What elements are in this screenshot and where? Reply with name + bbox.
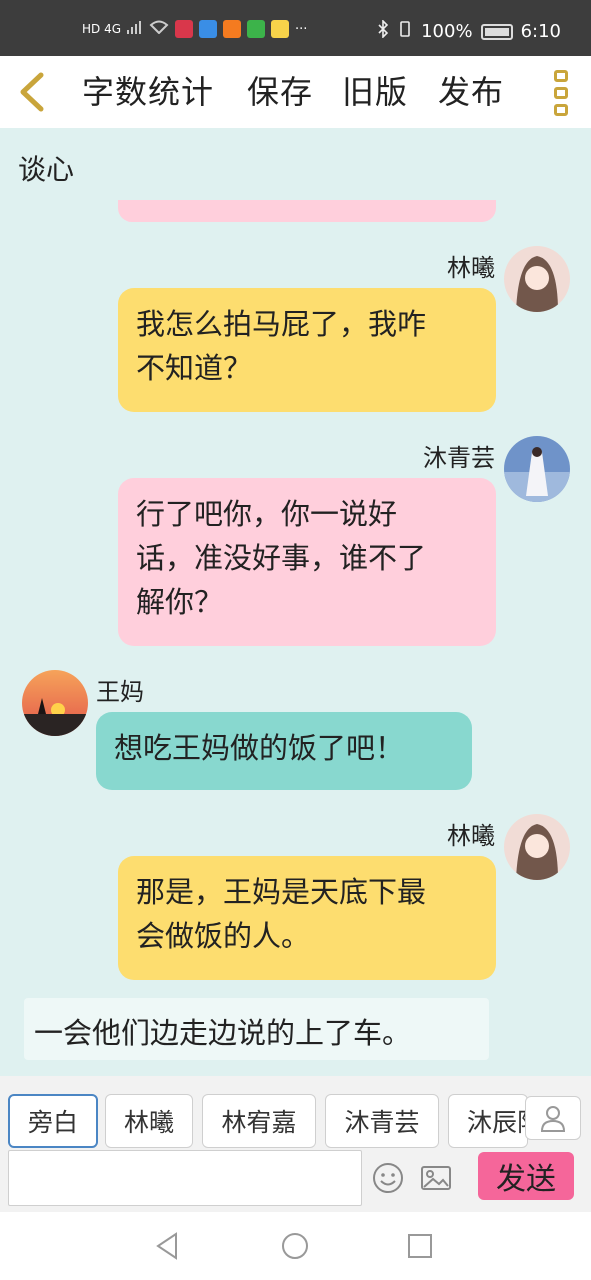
system-nav-bar <box>0 1212 591 1280</box>
network-indicator: HD 4G <box>82 22 122 36</box>
avatar[interactable] <box>22 670 88 736</box>
message-line: 不知道？ <box>136 351 253 385</box>
app-notification-icon <box>199 20 218 38</box>
toolbar: 字数统计 保存 旧版 发布 <box>0 56 591 128</box>
home-circle-icon[interactable] <box>277 1228 313 1264</box>
overflow-indicator: ··· <box>295 21 308 37</box>
status-left: HD 4G ··· <box>82 20 307 38</box>
message-bubble[interactable]: 想吃王妈做的饭了吧！ <box>96 712 472 790</box>
send-button[interactable]: 发送 <box>478 1152 574 1200</box>
vibrate-icon <box>397 20 413 43</box>
message-line: 解你？ <box>136 585 224 619</box>
message-input[interactable] <box>8 1150 362 1206</box>
speaker-name: 林曦 <box>447 822 495 850</box>
publish-button[interactable]: 发布 <box>438 72 504 112</box>
role-chip[interactable]: 林曦 <box>105 1094 193 1148</box>
message-line: 那是，王妈是天底下最 <box>136 875 427 909</box>
app-notification-icon <box>247 20 266 38</box>
message-bubble[interactable]: 我怎么拍马屁了，我咋 不知道？ <box>118 288 496 412</box>
old-version-button[interactable]: 旧版 <box>342 72 408 112</box>
role-chip[interactable]: 沐青芸 <box>325 1094 439 1148</box>
smiley-icon[interactable] <box>372 1162 404 1194</box>
message-line: 想吃王妈做的饭了吧！ <box>114 731 405 765</box>
word-count-button[interactable]: 字数统计 <box>82 72 214 112</box>
chevron-left-icon <box>20 72 44 112</box>
message-line: 行了吧你，你一说好 <box>136 497 398 531</box>
chat-title: 谈心 <box>18 153 75 186</box>
status-bar: HD 4G ··· 100% 6:10 <box>0 0 591 56</box>
speaker-name: 沐青芸 <box>423 444 495 472</box>
app-notification-icon <box>271 20 290 38</box>
narration-text[interactable]: 一会他们边走边说的上了车。 <box>24 998 489 1060</box>
back-triangle-icon[interactable] <box>150 1228 186 1264</box>
person-icon[interactable] <box>525 1096 581 1140</box>
message-bubble[interactable]: 那是，王妈是天底下最 会做饭的人。 <box>118 856 496 980</box>
bluetooth-icon <box>377 19 389 43</box>
more-vertical-icon[interactable] <box>549 70 573 116</box>
status-right: 100% 6:10 <box>377 19 561 43</box>
avatar[interactable] <box>504 436 570 502</box>
clock: 6:10 <box>520 21 561 42</box>
message-line: 会做饭的人。 <box>136 919 311 953</box>
back-button[interactable] <box>12 70 52 114</box>
chat-area[interactable]: 谈心 林曦 我怎么拍马屁了，我咋 不知道？ 沐青芸 行了吧你，你一说好 话，准没… <box>0 128 591 1076</box>
app-notification-icon <box>223 20 242 38</box>
role-bar: 旁白 林曦 林宥嘉 沐青芸 沐辰阳 发送 <box>0 1076 591 1212</box>
message-line: 我怎么拍马屁了，我咋 <box>136 307 427 341</box>
battery-percent: 100% <box>421 21 473 42</box>
role-chip[interactable]: 林宥嘉 <box>202 1094 316 1148</box>
avatar[interactable] <box>504 814 570 880</box>
message-bubble[interactable]: 行了吧你，你一说好 话，准没好事，谁不了 解你？ <box>118 478 496 646</box>
app-notification-icon <box>175 20 194 38</box>
save-button[interactable]: 保存 <box>247 72 313 112</box>
role-chip[interactable]: 沐辰阳 <box>448 1094 528 1148</box>
wifi-icon <box>149 20 169 38</box>
avatar[interactable] <box>504 246 570 312</box>
image-icon[interactable] <box>420 1162 452 1194</box>
battery-icon <box>480 23 513 40</box>
recents-square-icon[interactable] <box>402 1228 438 1264</box>
speaker-name: 王妈 <box>96 678 144 706</box>
message-line: 话，准没好事，谁不了 <box>136 541 427 575</box>
speaker-name: 林曦 <box>447 254 495 282</box>
message-bubble[interactable] <box>118 200 496 222</box>
role-chip-narrator[interactable]: 旁白 <box>8 1094 98 1148</box>
signal-icon <box>127 20 143 38</box>
